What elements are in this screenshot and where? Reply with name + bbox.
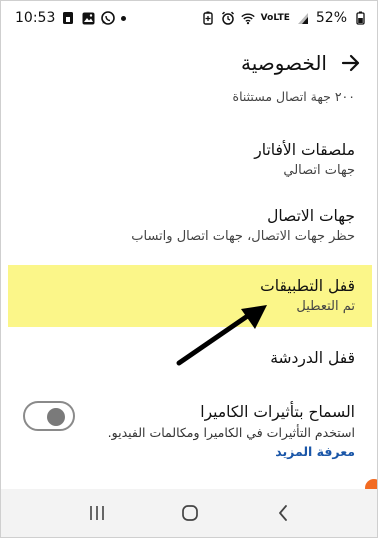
blocked-contacts-partial-item[interactable]: ٢٠٠ جهة اتصال مستثناة [15,87,355,107]
back-button[interactable] [337,49,365,77]
page-title: الخصوصية [241,51,327,75]
alarm-icon [221,11,235,25]
camera-effects-toggle[interactable] [23,401,75,431]
home-button[interactable] [174,497,206,529]
sim-icon [61,11,75,25]
chat-lock-item[interactable]: قفل الدردشة [15,347,355,369]
contacts-item[interactable]: جهات الاتصال حظر جهات الاتصال، جهات اتصا… [15,205,355,247]
camera-effects-description: استخدم التأثيرات في الكاميرا ومكالمات ال… [107,425,355,440]
chat-lock-title: قفل الدردشة [270,349,355,367]
page-header: الخصوصية [1,41,377,85]
recents-button[interactable] [81,497,113,529]
gallery-icon [81,11,95,25]
status-right: VoLTE 52% [201,10,367,26]
network-label: VoLTE [260,13,290,23]
camera-effects-title: السماح بتأثيرات الكاميرا [200,403,355,421]
app-lock-title: قفل التطبيقات [260,277,355,295]
battery-icon [353,11,367,25]
screen: 10:53 VoLTE 52% الخصوصية ٢٠٠ جهة اتصال م… [0,0,378,538]
avatar-stickers-item[interactable]: ملصقات الأفاتار جهات اتصالي [15,139,355,181]
toggle-knob [47,408,65,426]
status-bar: 10:53 VoLTE 52% [1,1,377,35]
notification-dot-icon [121,15,127,21]
partial-item-subtitle: ٢٠٠ جهة اتصال مستثناة [232,89,355,104]
whatsapp-icon [101,11,116,25]
arrow-right-icon [341,54,360,72]
wifi-icon [240,11,255,25]
recents-icon [90,506,105,520]
camera-effects-item[interactable]: السماح بتأثيرات الكاميرا استخدم التأثيرا… [93,401,355,461]
learn-more-link[interactable]: معرفة المزيد [275,444,355,459]
contacts-title: جهات الاتصال [267,207,355,225]
signal-icon [296,11,310,25]
avatar-stickers-title: ملصقات الأفاتار [254,141,355,159]
status-time: 10:53 [15,10,56,26]
back-nav-button[interactable] [267,497,299,529]
battery-percent: 52% [315,10,347,26]
contacts-subtitle: حظر جهات الاتصال، جهات اتصال واتساب [131,229,355,244]
status-left: 10:53 [15,10,127,26]
back-chevron-icon [278,505,287,521]
system-nav-bar [1,489,377,537]
home-icon [182,505,198,521]
battery-saver-icon [201,11,215,25]
camera-effects-subtitle: استخدم التأثيرات في الكاميرا ومكالمات ال… [93,423,355,461]
avatar-stickers-subtitle: جهات اتصالي [283,163,355,178]
